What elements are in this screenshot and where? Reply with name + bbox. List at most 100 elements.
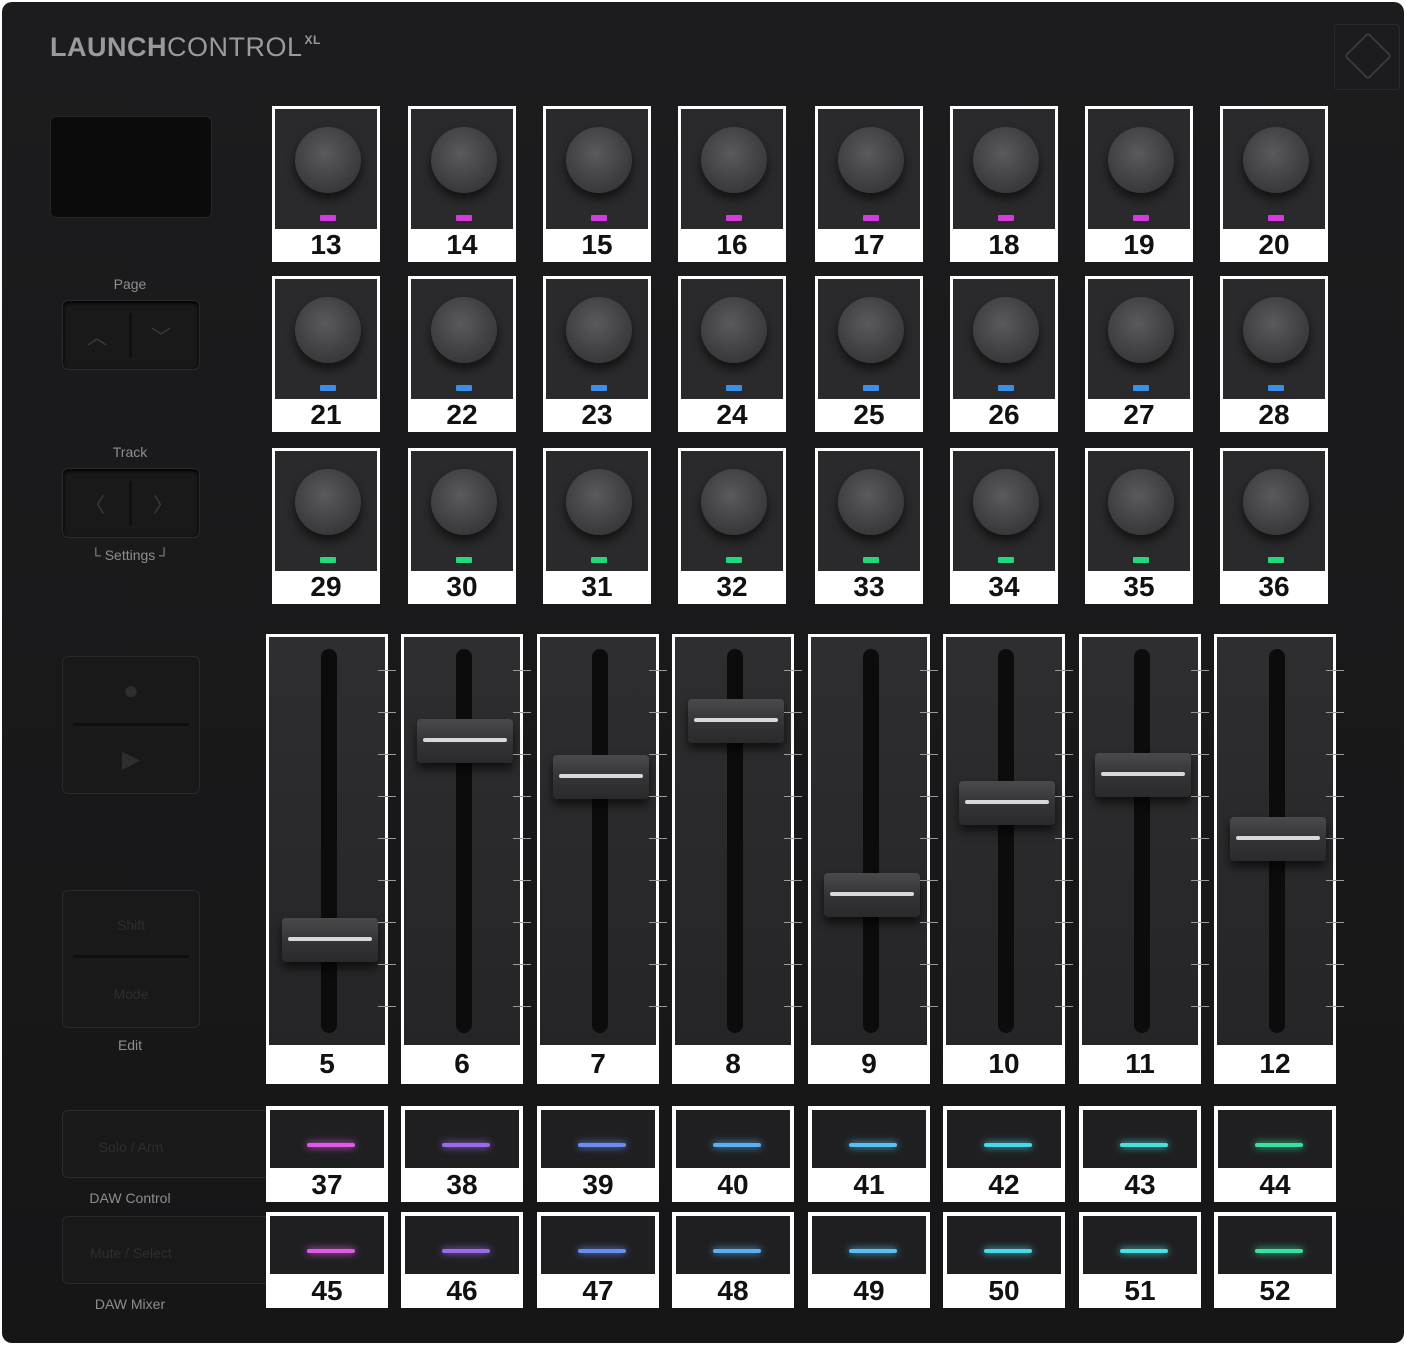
pad-button[interactable]: [1083, 1110, 1197, 1168]
rotary-knob[interactable]: [973, 297, 1039, 363]
pad-cell: 51: [1079, 1212, 1201, 1308]
pad-button[interactable]: [541, 1110, 655, 1168]
knob-well: [818, 279, 920, 399]
rotary-knob[interactable]: [701, 297, 767, 363]
page-down-button[interactable]: ﹀: [151, 321, 171, 350]
fader-cap-line: [288, 936, 372, 941]
knob-number: 28: [1258, 399, 1290, 430]
shift-button[interactable]: Shift: [63, 917, 199, 933]
mode-button[interactable]: Mode: [63, 986, 199, 1002]
fader-cap[interactable]: [417, 719, 513, 763]
pad-button[interactable]: [676, 1110, 790, 1168]
fader-well: [1217, 637, 1333, 1045]
solo-arm-button[interactable]: Solo / Arm: [62, 1110, 274, 1178]
fader-cap[interactable]: [282, 917, 378, 962]
fader-number: 8: [725, 1048, 741, 1079]
knob-cell: 31: [543, 448, 651, 604]
fader-cap[interactable]: [553, 755, 649, 800]
rotary-knob[interactable]: [1108, 297, 1174, 363]
rotary-knob[interactable]: [431, 127, 497, 193]
pad-button[interactable]: [1218, 1110, 1332, 1168]
pad-cell: 40: [672, 1106, 794, 1202]
knob-led: [456, 385, 472, 391]
rotary-knob[interactable]: [431, 297, 497, 363]
rotary-knob[interactable]: [973, 469, 1039, 535]
scale-tick: [513, 922, 531, 923]
rotary-knob[interactable]: [838, 297, 904, 363]
knob-well: [275, 109, 377, 229]
rotary-knob[interactable]: [1243, 297, 1309, 363]
pad-number: 50: [988, 1275, 1020, 1306]
rotary-knob[interactable]: [566, 297, 632, 363]
pad-button[interactable]: [405, 1216, 519, 1274]
rotary-knob[interactable]: [838, 469, 904, 535]
fader-cap[interactable]: [1230, 817, 1326, 861]
track-left-button[interactable]: 〈: [85, 489, 105, 518]
rotary-knob[interactable]: [295, 297, 361, 363]
pad-button[interactable]: [1218, 1216, 1332, 1274]
scale-tick: [1191, 754, 1209, 755]
rotary-knob[interactable]: [1243, 127, 1309, 193]
pad-button[interactable]: [947, 1216, 1061, 1274]
record-button[interactable]: ●: [63, 675, 199, 706]
pad-button[interactable]: [270, 1216, 384, 1274]
fader-cap[interactable]: [824, 873, 920, 917]
fader-cell: 8: [672, 634, 794, 1084]
knob-led: [456, 215, 472, 221]
rotary-knob[interactable]: [973, 127, 1039, 193]
pad-button[interactable]: [676, 1216, 790, 1274]
page-up-button[interactable]: ︿: [87, 321, 107, 350]
pad-led: [1120, 1143, 1168, 1147]
rotary-knob[interactable]: [838, 127, 904, 193]
knob-number: 15: [581, 229, 613, 260]
pad-cell: 39: [537, 1106, 659, 1202]
rotary-knob[interactable]: [566, 469, 632, 535]
scale-tick: [920, 922, 938, 923]
pad-button[interactable]: [947, 1110, 1061, 1168]
rotary-knob[interactable]: [295, 469, 361, 535]
pad-button[interactable]: [812, 1216, 926, 1274]
scale-tick: [649, 754, 667, 755]
fader-cap[interactable]: [688, 699, 784, 744]
scale-tick: [784, 964, 802, 965]
pad-button[interactable]: [270, 1110, 384, 1168]
knob-number: 20: [1258, 229, 1290, 260]
knob-cell: 25: [815, 276, 923, 432]
scale-tick: [784, 880, 802, 881]
scale-tick: [513, 964, 531, 965]
play-icon: ▶: [121, 746, 141, 773]
scale-tick: [513, 754, 531, 755]
scale-tick: [1326, 754, 1344, 755]
rotary-knob[interactable]: [1108, 127, 1174, 193]
scale-tick: [920, 838, 938, 839]
rotary-knob[interactable]: [431, 469, 497, 535]
rotary-knob[interactable]: [566, 127, 632, 193]
pad-led: [442, 1249, 490, 1253]
fader-cap[interactable]: [959, 780, 1055, 825]
pad-button[interactable]: [541, 1216, 655, 1274]
scale-tick: [1055, 712, 1073, 713]
play-button[interactable]: ▶: [63, 745, 199, 774]
knob-number: 17: [853, 229, 885, 260]
pad-button[interactable]: [405, 1110, 519, 1168]
knob-cell: 16: [678, 106, 786, 262]
pad-button[interactable]: [812, 1110, 926, 1168]
rotary-knob[interactable]: [1243, 469, 1309, 535]
pad-button[interactable]: [1083, 1216, 1197, 1274]
scale-tick: [1055, 1006, 1073, 1007]
pad-cell: 37: [266, 1106, 388, 1202]
fader-cap[interactable]: [1095, 752, 1191, 797]
track-right-button[interactable]: 〉: [153, 489, 173, 518]
rotary-knob[interactable]: [295, 127, 361, 193]
rotary-knob[interactable]: [701, 127, 767, 193]
fader-well: [269, 637, 385, 1045]
knob-number: 26: [988, 399, 1020, 430]
rotary-knob[interactable]: [701, 469, 767, 535]
record-icon: ●: [123, 675, 139, 705]
pad-cell: 50: [943, 1212, 1065, 1308]
scale-tick: [1191, 712, 1209, 713]
mute-select-button[interactable]: Mute / Select: [62, 1216, 274, 1284]
display-screen: [50, 116, 212, 218]
rotary-knob[interactable]: [1108, 469, 1174, 535]
fader-track: [998, 649, 1014, 1033]
